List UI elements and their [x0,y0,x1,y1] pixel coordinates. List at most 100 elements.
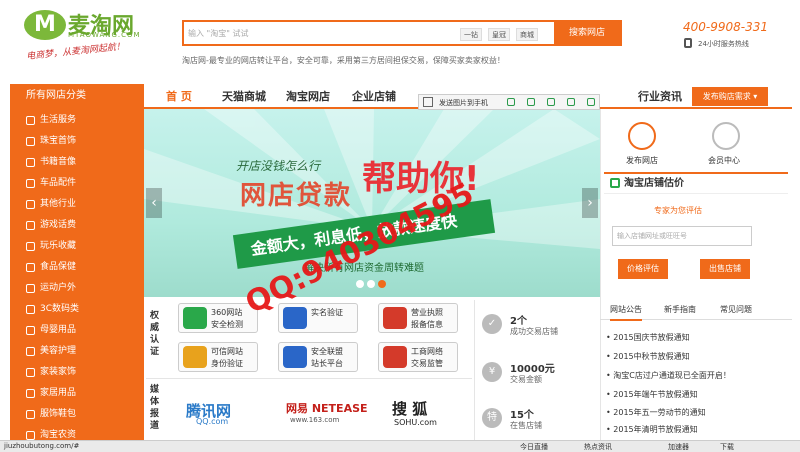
status-item[interactable]: 热点资讯 [584,442,612,452]
news-item[interactable]: • 2015年五一劳动节的通知 [606,407,706,418]
user-icon[interactable] [712,122,740,150]
browser-status-bar: jiuzhoubutong.com/# 今日直播 热点资讯 加速器 下载 [0,440,800,452]
price-estimate-button[interactable]: 价格评估 [618,259,668,279]
sidebar-item[interactable]: 美容护理 [10,341,144,362]
sidebar-item[interactable]: 食品保健 [10,257,144,278]
sidebar-item[interactable]: 玩乐收藏 [10,236,144,257]
cloud-icon[interactable] [507,98,515,106]
logo-domain: MTAOWANG.COM [68,31,141,39]
media-section-title: 媒体报道 [150,385,160,431]
promo-banner[interactable]: 开店没钱怎么行 网店贷款 帮助你! 金额大，利息低，放款速度快 解决所有网店资金… [144,109,600,297]
banner-prev-button[interactable]: ‹ [146,188,162,218]
search-button[interactable]: 搜索网店 [554,22,620,44]
auth-badge[interactable]: 360网站 安全检测 [178,303,258,333]
stat-value: 15个 [510,410,534,421]
search-input[interactable]: 输入 "淘宝" 试试 [188,28,248,39]
sell-shop-button[interactable]: 出售店铺 [700,259,750,279]
sidebar-item[interactable]: 游戏话费 [10,215,144,236]
sidebar-item[interactable]: 服饰鞋包 [10,404,144,425]
sidebar-item[interactable]: 母婴用品 [10,320,144,341]
tab-guide[interactable]: 新手指南 [664,304,696,315]
sidebar-item[interactable]: 家装家饰 [10,362,144,383]
send-to-phone-button[interactable]: 发送图片到手机 [439,98,488,108]
stat-label: 在售店铺 [510,421,542,430]
shop-icon [610,178,620,188]
logo-mark[interactable]: M [24,10,66,40]
divider [474,300,475,440]
nav-taobao[interactable]: 淘宝网店 [286,88,330,104]
keyword-tag[interactable]: 商城 [516,28,538,41]
keyword-tag[interactable]: 一钻 [460,28,482,41]
banner-next-button[interactable]: › [582,188,598,218]
news-item[interactable]: • 淘宝C店过户通道现已全面开启！ [606,370,731,381]
auth-badge[interactable]: 可信网站 身份验证 [178,342,258,372]
status-item[interactable]: 下载 [720,442,734,452]
sidebar-item[interactable]: 家居用品 [10,383,144,404]
status-item[interactable]: 加速器 [668,442,689,452]
verified-icon [283,307,307,329]
tag-icon[interactable] [628,122,656,150]
category-icon [26,137,35,146]
news-item[interactable]: • 2015中秋节放假通知 [606,351,690,362]
chevron-down-icon: ▾ [753,92,758,101]
image-icon[interactable] [423,97,433,107]
news-item[interactable]: • 2015年端午节放假通知 [606,389,698,400]
nav-enterprise[interactable]: 企业店铺 [352,88,396,104]
special-icon: 特 [482,408,502,428]
media-logo-netease[interactable]: 网易 NETEASE [286,400,368,416]
shop-url-input[interactable]: 输入店铺网址或旺旺号 [612,226,752,246]
auth-badge[interactable]: 营业执照 报备信息 [378,303,458,333]
category-icon [26,389,35,398]
news-item[interactable]: • 2015国庆节放假通知 [606,332,690,343]
sidebar-item[interactable]: 珠宝首饰 [10,131,144,152]
auth-badge[interactable]: 实名验证 [278,303,358,333]
media-logo-caption: SOHU.com [394,418,437,427]
status-item[interactable]: 今日直播 [520,442,548,452]
open-icon[interactable] [567,98,575,106]
auth-badge[interactable]: 安全联盟 站长平台 [278,342,358,372]
hotline-number: 400-9908-331 [683,20,769,34]
carousel-dot-active[interactable] [378,280,386,288]
keyword-tag[interactable]: 皇冠 [488,28,510,41]
category-menu-title[interactable]: 所有网店分类 [10,84,144,108]
media-logo-caption: QQ.com [196,417,229,426]
sidebar-item[interactable]: 运动户外 [10,278,144,299]
sidebar-item[interactable]: 其他行业 [10,194,144,215]
auth-badge[interactable]: 工商网络 交易监管 [378,342,458,372]
stat-label: 成功交易店铺 [510,327,558,336]
search-bar: 输入 "淘宝" 试试 一钻 皇冠 商城 搜索网店 [182,20,622,46]
publish-shop-link[interactable]: 发布网店 [626,155,658,166]
save-icon[interactable] [547,98,555,106]
emblem-icon [383,307,407,329]
stat-value: 10000元 [510,364,555,375]
nav-news[interactable]: 行业资讯 [638,88,682,104]
check-icon: ✓ [482,314,502,334]
tab-faq[interactable]: 常见问题 [720,304,752,315]
post-request-button[interactable]: 发布购店需求 ▾ [692,87,768,106]
carousel-dot[interactable] [367,280,375,288]
category-icon [26,284,35,293]
media-logo-caption: www.163.com [290,416,340,424]
member-center-link[interactable]: 会员中心 [708,155,740,166]
sidebar-item[interactable]: 3C数码类 [10,299,144,320]
sidebar-item[interactable]: 书籍音像 [10,152,144,173]
category-icon [26,431,35,440]
divider [146,378,472,379]
category-icon [26,263,35,272]
category-icon [26,242,35,251]
scan-icon[interactable] [527,98,535,106]
tab-notice[interactable]: 网站公告 [610,304,642,321]
nav-tmall[interactable]: 天猫商城 [222,88,266,104]
carousel-dot[interactable] [356,280,364,288]
settings-icon[interactable] [587,98,595,106]
category-icon [26,326,35,335]
nav-home[interactable]: 首 页 [166,88,192,104]
banner-title: 网店贷款 [240,181,353,211]
site-tagline: 淘店网-最专业的网店转让平台，安全可靠，采用第三方居间担保交易，保障买家卖家权益… [182,56,505,65]
sidebar-item[interactable]: 车品配件 [10,173,144,194]
media-logo-sohu[interactable]: 搜 狐 [392,398,427,419]
category-icon [26,305,35,314]
sidebar-item[interactable]: 生活服务 [10,110,144,131]
yuan-icon: ¥ [482,362,502,382]
news-item[interactable]: • 2015年清明节放假通知 [606,424,698,435]
